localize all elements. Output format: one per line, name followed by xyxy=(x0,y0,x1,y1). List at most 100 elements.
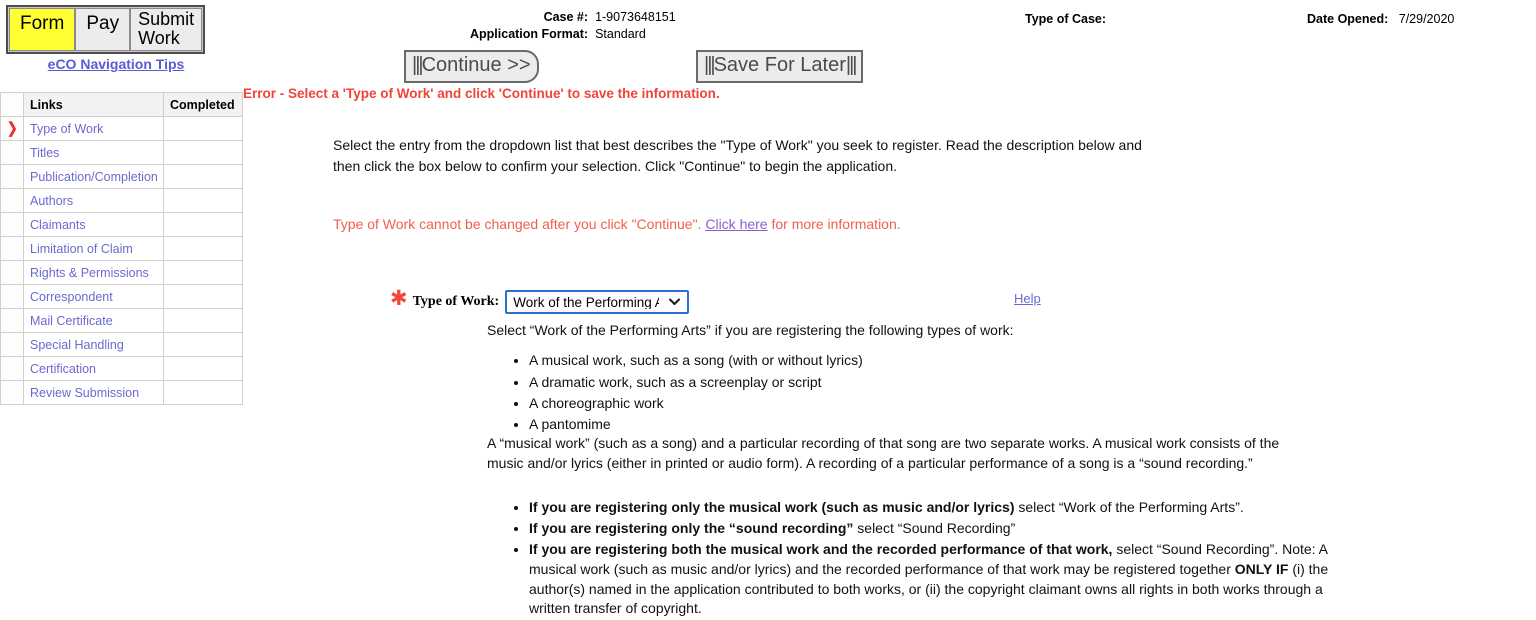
row-marker-cell xyxy=(0,164,24,189)
list-item: If you are registering only the musical … xyxy=(529,498,1334,518)
list-item: If you are registering both the musical … xyxy=(529,540,1334,620)
date-opened-value: 7/29/2020 xyxy=(1398,12,1455,26)
save-button-label: Save For Later xyxy=(713,54,846,76)
save-button-bars-left: ||| xyxy=(704,54,716,76)
list-item-bold: If you are registering only the musical … xyxy=(529,499,1015,515)
type-of-case-label: Type of Case: xyxy=(1025,12,1107,26)
registration-guidance-list: If you are registering only the musical … xyxy=(487,498,1334,620)
nav-link-cell: Authors xyxy=(23,188,164,213)
header-links: Links xyxy=(23,92,164,117)
sidebar-item-type-of-work[interactable]: Type of Work xyxy=(30,122,103,136)
musical-work-paragraph: A “musical work” (such as a song) and a … xyxy=(487,435,1280,471)
list-item-bold: If you are registering only the “sound r… xyxy=(529,519,854,536)
header-completed: Completed xyxy=(163,92,243,117)
nav-link-cell: Claimants xyxy=(23,212,164,237)
completed-cell xyxy=(163,260,243,285)
sidebar-item-mail-certificate[interactable]: Mail Certificate xyxy=(30,314,113,328)
case-number-label: Case #: xyxy=(543,10,589,24)
case-info-block: Case #: 1-9073648151 Application Format:… xyxy=(470,10,676,44)
tab-submit-work[interactable]: Submit Work xyxy=(130,8,203,51)
completed-cell xyxy=(163,212,243,237)
nav-link-cell: Correspondent xyxy=(23,284,164,309)
sidebar-item-titles[interactable]: Titles xyxy=(30,146,59,160)
completed-cell xyxy=(163,140,243,165)
row-marker-cell xyxy=(0,140,24,165)
application-format-value: Standard xyxy=(595,27,646,41)
tab-form[interactable]: Form xyxy=(9,8,76,51)
completed-cell xyxy=(163,188,243,213)
error-message: Error - Select a 'Type of Work' and clic… xyxy=(243,86,720,101)
sidebar-item-special-handling[interactable]: Special Handling xyxy=(30,338,124,352)
row-marker-cell xyxy=(0,236,24,261)
table-row: Mail Certificate xyxy=(0,308,243,333)
completed-cell xyxy=(163,380,243,405)
intro-paragraph: Select the entry from the dropdown list … xyxy=(333,137,1142,174)
row-marker-cell xyxy=(0,212,24,237)
case-number-row: Case #: 1-9073648151 xyxy=(470,10,676,27)
sidebar-item-authors[interactable]: Authors xyxy=(30,194,73,208)
row-marker-cell xyxy=(0,284,24,309)
type-of-work-warning: Type of Work cannot be changed after you… xyxy=(333,216,901,232)
type-of-work-label: Type of Work: xyxy=(412,294,500,309)
list-item: A choreographic work xyxy=(529,393,1287,413)
required-asterisk-icon: ✱ xyxy=(390,286,408,310)
nav-link-cell: Certification xyxy=(23,356,164,381)
save-for-later-button[interactable]: |||Save For Later||| xyxy=(696,50,864,83)
table-row: Rights & Permissions xyxy=(0,260,243,285)
completed-cell xyxy=(163,356,243,381)
sidebar-item-correspondent[interactable]: Correspondent xyxy=(30,290,113,304)
sidebar-item-claimants[interactable]: Claimants xyxy=(30,218,86,232)
help-link[interactable]: Help xyxy=(1014,291,1041,306)
description-bullet-list: A musical work, such as a song (with or … xyxy=(487,350,1287,434)
tab-submit-work-line1: Submit xyxy=(138,9,195,29)
date-opened-label: Date Opened: xyxy=(1307,12,1389,26)
completed-cell xyxy=(163,308,243,333)
row-marker-cell xyxy=(0,356,24,381)
navigation-links-table: Links Completed ❯ Type of Work Titles Publi… xyxy=(0,92,243,405)
table-row: Correspondent xyxy=(0,284,243,309)
list-item: A pantomime xyxy=(529,414,1287,434)
nav-link-cell: Review Submission xyxy=(23,380,164,405)
header-marker xyxy=(0,92,24,117)
tab-pay[interactable]: Pay xyxy=(75,8,131,51)
nav-link-cell: Special Handling xyxy=(23,332,164,357)
table-row: Publication/Completion xyxy=(0,164,243,189)
tab-submit-work-line2: Work xyxy=(138,27,180,48)
click-here-link[interactable]: Click here xyxy=(705,216,767,232)
nav-link-cell: Rights & Permissions xyxy=(23,260,164,285)
completed-cell xyxy=(163,116,243,141)
continue-button[interactable]: |||Continue >> xyxy=(404,50,539,83)
table-row: Special Handling xyxy=(0,332,243,357)
application-format-row: Application Format: Standard xyxy=(470,27,676,44)
warning-text-before: Type of Work cannot be changed after you… xyxy=(333,216,706,232)
type-of-work-description: Select “Work of the Performing Arts” if … xyxy=(487,320,1287,435)
table-row: Authors xyxy=(0,188,243,213)
table-header-row: Links Completed xyxy=(0,92,243,117)
list-item-bold: If you are registering both the musical … xyxy=(529,540,1113,557)
list-item: A musical work, such as a song (with or … xyxy=(529,350,1287,370)
sidebar-item-publication-completion[interactable]: Publication/Completion xyxy=(30,170,158,184)
sidebar-item-rights-permissions[interactable]: Rights & Permissions xyxy=(30,266,149,280)
type-of-work-select[interactable]: Work of the Performing ArtsLiterary Work… xyxy=(505,290,690,314)
table-row: Titles xyxy=(0,140,243,165)
list-item: A dramatic work, such as a screenplay or… xyxy=(529,372,1287,392)
list-item-text: select “Work of the Performing Arts”. xyxy=(1014,499,1244,515)
completed-cell xyxy=(163,236,243,261)
table-row: Review Submission xyxy=(0,380,243,405)
sidebar-item-limitation-of-claim[interactable]: Limitation of Claim xyxy=(30,242,133,256)
row-marker-cell xyxy=(0,332,24,357)
sidebar-item-certification[interactable]: Certification xyxy=(30,362,96,376)
nav-link-cell: Type of Work xyxy=(23,116,164,141)
case-number-value: 1-9073648151 xyxy=(595,10,676,24)
type-of-work-field-row: ✱ Type of Work: Work of the Performing A… xyxy=(390,286,690,314)
sidebar-item-review-submission[interactable]: Review Submission xyxy=(30,386,139,400)
table-row: Limitation of Claim xyxy=(0,236,243,261)
list-item-text: select “Sound Recording” xyxy=(853,519,1016,536)
row-marker-cell xyxy=(0,260,24,285)
continue-button-label: Continue >> xyxy=(421,54,531,76)
description-lead: Select “Work of the Performing Arts” if … xyxy=(487,322,1014,338)
list-item-bold-emphasis: ONLY IF xyxy=(1234,560,1289,577)
eco-navigation-tips-link[interactable]: eCO Navigation Tips xyxy=(48,56,185,72)
eco-navigation-tips: eCO Navigation Tips xyxy=(0,56,232,72)
nav-link-cell: Publication/Completion xyxy=(23,164,164,189)
